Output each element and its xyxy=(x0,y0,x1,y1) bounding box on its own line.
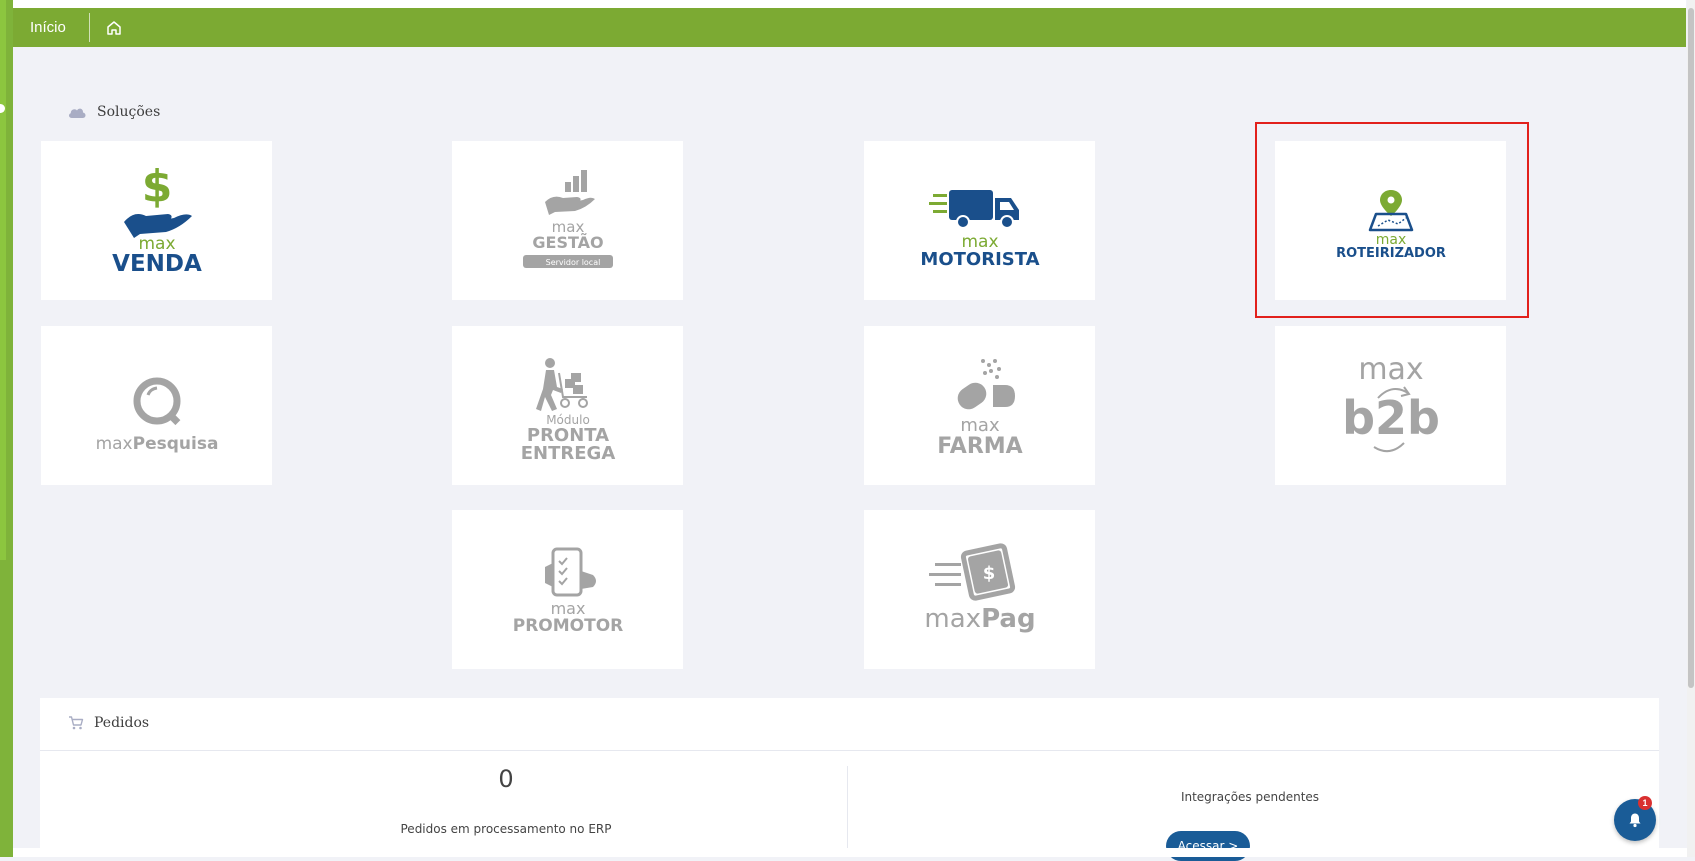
maxgestao-tag: Servidor local xyxy=(545,258,600,267)
maxgestao-line2: GESTÃO xyxy=(532,233,603,252)
maxpesquisa-logo: maxPesquisa xyxy=(95,377,218,454)
breadcrumb-inicio[interactable]: Início xyxy=(30,19,66,36)
highlight-frame xyxy=(1255,122,1529,318)
top-white-strip xyxy=(13,0,1686,8)
prontaentrega-logo: Módulo PRONTA ENTREGA xyxy=(520,358,615,464)
pedidos-title: Pedidos xyxy=(94,715,150,731)
maxpag-line2: Pag xyxy=(981,604,1036,634)
maxvenda-logo: $ max VENDA xyxy=(112,161,202,277)
svg-text:$: $ xyxy=(982,563,995,584)
bottom-strip xyxy=(13,848,1687,857)
pedidos-panel: Pedidos 0 Pedidos em processamento no ER… xyxy=(40,698,1659,861)
panel-column-divider xyxy=(847,766,848,857)
home-icon[interactable] xyxy=(105,19,123,37)
bell-icon xyxy=(1629,813,1641,828)
maxfarma-logo: max FARMA xyxy=(937,359,1022,459)
solucoes-header: Soluções xyxy=(67,104,160,120)
top-bar: Início xyxy=(13,8,1686,47)
cart-icon xyxy=(69,716,84,730)
card-maxmotorista[interactable]: max MOTORISTA xyxy=(864,141,1095,300)
maxpesquisa-line1: max xyxy=(95,434,132,454)
maxpromotor-line2: PROMOTOR xyxy=(512,616,623,636)
maxb2b-line1: max xyxy=(1358,352,1423,387)
card-maxpag[interactable]: $ maxPag xyxy=(864,510,1095,669)
maxmotorista-line2: MOTORISTA xyxy=(920,249,1039,270)
breadcrumb-separator xyxy=(89,13,90,42)
scrollbar-thumb[interactable] xyxy=(1688,8,1694,688)
pedidos-count: 0 xyxy=(498,765,514,793)
left-rail-accent xyxy=(0,0,6,560)
card-maxpesquisa[interactable]: maxPesquisa xyxy=(41,326,272,485)
maxfarma-line2: FARMA xyxy=(937,434,1022,459)
maxvenda-line2: VENDA xyxy=(112,251,202,277)
svg-text:$: $ xyxy=(141,161,172,212)
notification-badge: 1 xyxy=(1638,796,1652,810)
svg-text:maxPesquisa: maxPesquisa xyxy=(95,434,218,454)
svg-text:maxPag: maxPag xyxy=(924,604,1035,634)
integrations-label: Integrações pendentes xyxy=(1180,790,1320,804)
maxmotorista-logo: max MOTORISTA xyxy=(920,190,1039,270)
maxgestao-logo: max GESTÃO Servidor local xyxy=(522,170,613,268)
cloud-icon xyxy=(68,108,86,118)
card-prontaentrega[interactable]: Módulo PRONTA ENTREGA xyxy=(452,326,683,485)
card-maxfarma[interactable]: max FARMA xyxy=(864,326,1095,485)
maxpag-logo: $ maxPag xyxy=(924,543,1035,634)
panel-divider xyxy=(40,750,1659,751)
maxb2b-logo: max b2b xyxy=(1342,352,1440,453)
pedidos-header: Pedidos xyxy=(68,715,149,731)
card-maxpromotor[interactable]: max PROMOTOR xyxy=(452,510,683,669)
card-maxb2b[interactable]: max b2b xyxy=(1275,326,1506,485)
maxpromotor-logo: max PROMOTOR xyxy=(512,547,623,636)
maxpesquisa-line2: Pesquisa xyxy=(132,434,218,454)
maxpag-line1: max xyxy=(924,604,981,634)
left-rail xyxy=(0,0,13,857)
maxfarma-line1: max xyxy=(960,415,1000,436)
card-maxgestao[interactable]: max GESTÃO Servidor local xyxy=(452,141,683,300)
pedidos-count-label: Pedidos em processamento no ERP xyxy=(400,822,612,836)
solucoes-title: Soluções xyxy=(97,104,161,120)
prontaentrega-line3: ENTREGA xyxy=(520,443,615,464)
maxb2b-line2: b2b xyxy=(1342,391,1440,445)
card-maxvenda[interactable]: $ max VENDA xyxy=(41,141,272,300)
